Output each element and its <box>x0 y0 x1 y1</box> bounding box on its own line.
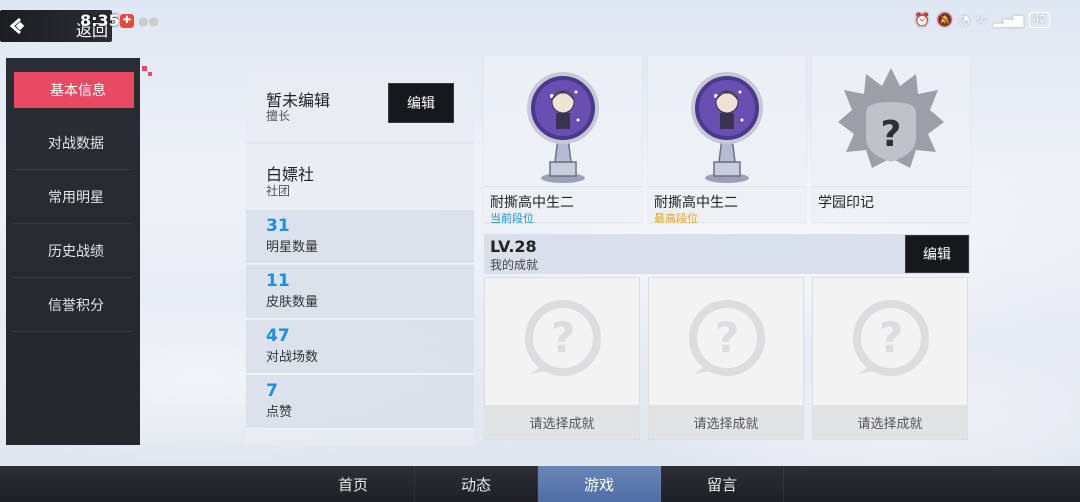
sidebar-item-label: 信誉积分 <box>48 297 104 314</box>
achievement-level: LV.28 <box>490 237 537 256</box>
battery-icon: 42 <box>1029 12 1050 28</box>
tab-feed[interactable]: 动态 <box>415 466 538 502</box>
rank-card-highest[interactable]: 耐撕高中生二 最高段位 <box>648 56 806 225</box>
wechat-icon: ●● <box>138 14 159 28</box>
sidebar-item-basic-info[interactable]: 基本信息 <box>14 72 134 108</box>
stat-label: 明星数量 <box>266 240 319 255</box>
svg-text:?: ? <box>715 313 739 362</box>
achievement-slot-2[interactable]: ? 请选择成就 <box>648 277 804 440</box>
edit-specialty-button[interactable]: 编辑 <box>388 83 454 123</box>
rank-title: 耐撕高中生二 <box>654 195 738 211</box>
achievements-label: 我的成就 <box>490 258 539 272</box>
stat-row-likes: 7 点赞 <box>246 375 474 429</box>
stat-row-stars: 31 明星数量 <box>246 210 474 264</box>
achievements-header: LV.28 我的成就 编辑 <box>484 234 970 274</box>
app-notification-icon: ✚ <box>120 14 134 28</box>
stat-value: 47 <box>266 326 290 346</box>
sidebar-item-credit[interactable]: 信誉积分 <box>12 278 132 332</box>
achievement-slot-1[interactable]: ? 请选择成就 <box>484 277 640 440</box>
stat-value: 31 <box>266 216 290 236</box>
stat-row-skins: 11 皮肤数量 <box>246 265 474 319</box>
svg-text:?: ? <box>551 313 575 362</box>
sidebar-item-history[interactable]: 历史战绩 <box>12 224 132 278</box>
decor-pixel <box>148 72 152 76</box>
sidebar-item-label: 历史战绩 <box>48 243 104 260</box>
rank-subtitle: 当前段位 <box>490 212 534 225</box>
rank-title: 耐撕高中生二 <box>490 195 574 211</box>
rank-card-current[interactable]: 耐撕高中生二 当前段位 <box>484 56 642 225</box>
empty-achievement-icon: ? <box>689 300 765 376</box>
empty-achievement-icon: ? <box>525 300 601 376</box>
rank-trophy-icon <box>527 72 599 183</box>
signal-icon: ▂▄▆ <box>993 12 1024 28</box>
tab-label: 游戏 <box>583 475 614 494</box>
back-chevron-icon <box>9 17 25 35</box>
tab-label: 首页 <box>337 475 368 494</box>
edit-achievements-button[interactable]: 编辑 <box>905 235 969 273</box>
sidebar-item-label: 对战数据 <box>48 135 104 152</box>
tab-game[interactable]: 游戏 <box>538 466 661 502</box>
achievement-slot-3[interactable]: ? 请选择成就 <box>812 277 968 440</box>
stat-label: 点赞 <box>266 405 293 420</box>
stat-value: 7 <box>266 381 278 401</box>
bottom-tab-bar: 首页 动态 游戏 留言 <box>0 466 1080 502</box>
wifi-icon: ◔ <box>958 12 970 28</box>
divider <box>484 186 642 187</box>
achievement-slot-label: 请选择成就 <box>485 405 639 439</box>
sidebar-item-label: 常用明星 <box>48 189 104 206</box>
alarm-icon: ⏰ <box>914 12 931 28</box>
sidebar: 基本信息 对战数据 常用明星 历史战绩 信誉积分 <box>6 58 140 445</box>
network-label: 5G <box>975 15 988 25</box>
stat-value: 11 <box>266 271 290 291</box>
tab-home[interactable]: 首页 <box>292 466 415 502</box>
sidebar-item-common-stars[interactable]: 常用明星 <box>12 170 132 224</box>
tab-label: 动态 <box>460 475 491 494</box>
rank-subtitle: 最高段位 <box>654 212 698 225</box>
sidebar-item-label: 基本信息 <box>50 83 106 99</box>
divider <box>648 186 806 187</box>
rank-trophy-icon <box>691 72 763 183</box>
decor-pixel <box>142 66 147 71</box>
profile-info-panel: 暂未编辑 擅长 编辑 白嫖社 社团 31 明星数量 11 皮肤数量 47 对战场… <box>246 57 474 445</box>
sidebar-item-battle-data[interactable]: 对战数据 <box>12 116 132 170</box>
tab-label: 留言 <box>706 475 737 494</box>
divider <box>812 186 970 187</box>
academy-mark-card[interactable]: ? 学园印记 <box>812 56 970 222</box>
mute-icon: 🔕 <box>936 12 953 28</box>
svg-text:?: ? <box>881 114 902 155</box>
stat-label: 皮肤数量 <box>266 295 319 310</box>
empty-achievement-icon: ? <box>853 300 929 376</box>
club-row: 白嫖社 社团 <box>246 143 474 209</box>
specialty-label: 擅长 <box>266 109 291 123</box>
status-bar: 返回 8:35 ✚ ●● ⏰ 🔕 ◔ 5G ▂▄▆ 42 <box>0 0 1080 42</box>
achievement-slot-label: 请选择成就 <box>813 405 967 439</box>
clock: 8:35 <box>80 11 120 30</box>
specialty-row: 暂未编辑 擅长 编辑 <box>246 57 474 143</box>
achievement-slot-label: 请选择成就 <box>649 405 803 439</box>
academy-mark-title: 学园印记 <box>818 195 874 211</box>
system-icons: ⏰ 🔕 ◔ 5G ▂▄▆ 42 <box>914 12 1050 28</box>
stat-label: 对战场数 <box>266 350 319 365</box>
stat-row-battles: 47 对战场数 <box>246 320 474 374</box>
academy-mark-icon: ? <box>838 68 944 168</box>
tab-messages[interactable]: 留言 <box>661 466 784 502</box>
svg-text:?: ? <box>879 313 903 362</box>
club-label: 社团 <box>266 184 291 198</box>
